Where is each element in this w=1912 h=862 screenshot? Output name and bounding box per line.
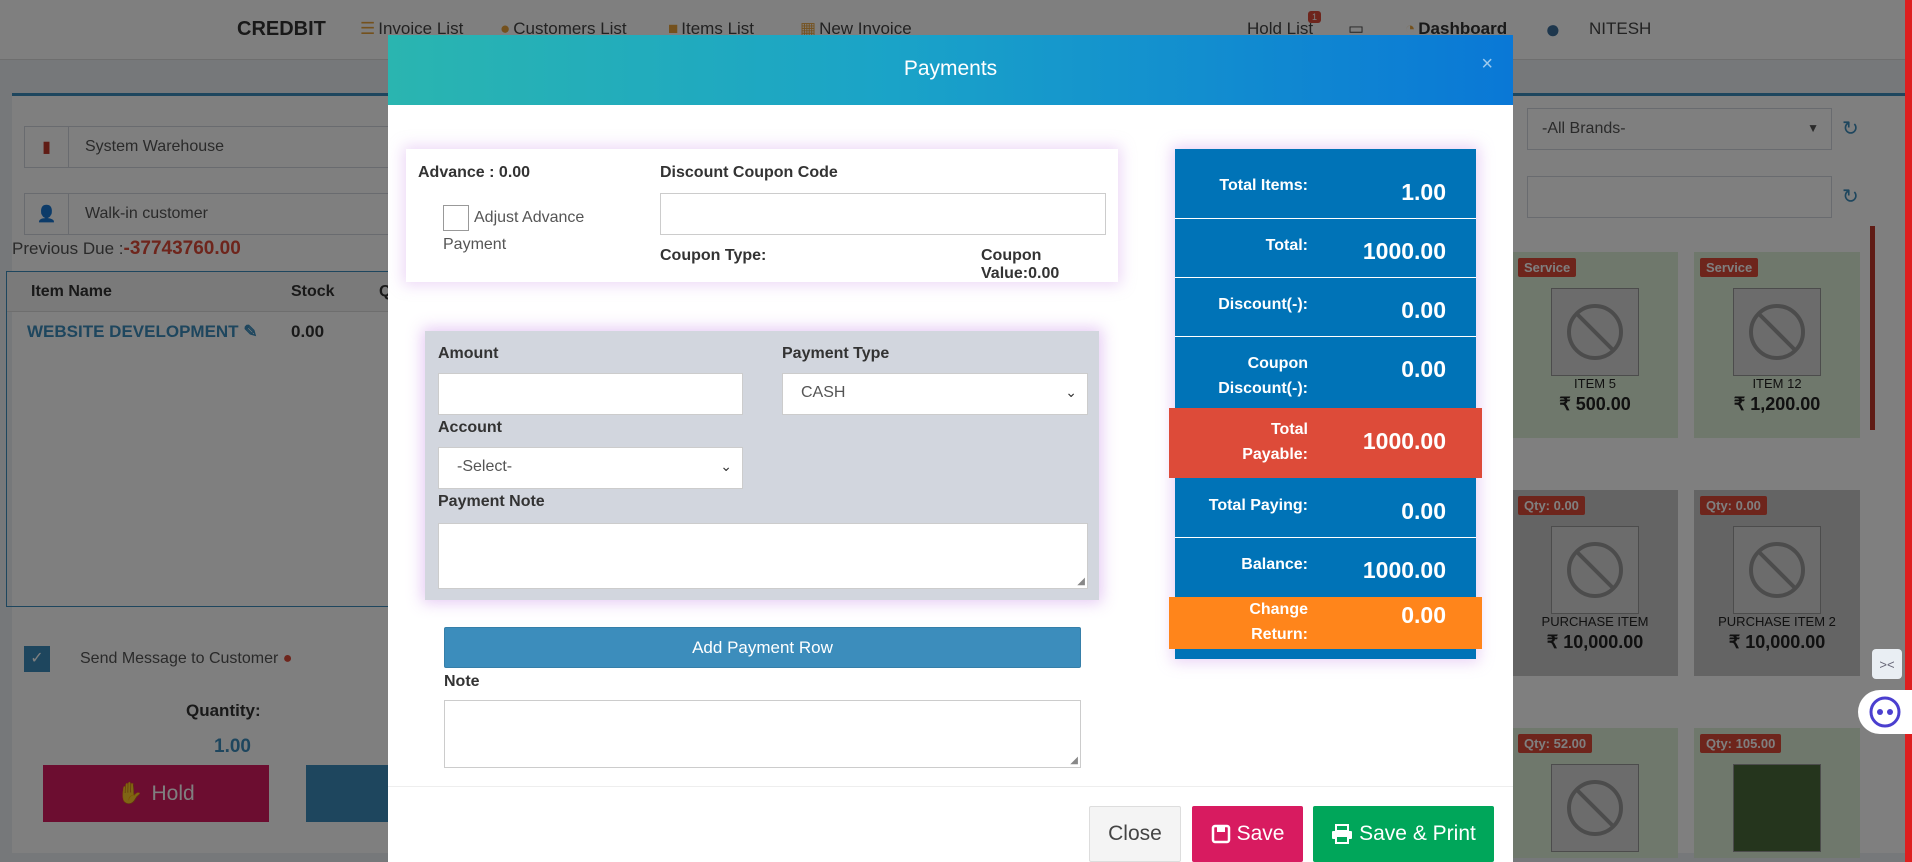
payment-type-select[interactable]: CASH ⌄ xyxy=(782,373,1088,415)
total-payable-value: 1000.00 xyxy=(1362,428,1446,454)
total-paying-label: Total Paying: xyxy=(1208,497,1308,514)
collapse-icon[interactable]: >< xyxy=(1872,649,1902,679)
coupon-discount-label-line2: Discount(-): xyxy=(1218,380,1308,397)
summary-total: Total: 1000.00 xyxy=(1175,219,1476,278)
amount-input[interactable] xyxy=(438,373,743,415)
chevron-down-icon: ⌄ xyxy=(720,458,732,474)
modal-title: Payments xyxy=(903,57,998,80)
balance-label: Balance: xyxy=(1241,556,1308,573)
total-payable-label-line2: Payable: xyxy=(1242,446,1308,463)
advance-coupon-box: Advance : 0.00 Adjust Advance Payment Di… xyxy=(406,149,1118,282)
coupon-discount-value: 0.00 xyxy=(1401,356,1446,382)
total-value: 1000.00 xyxy=(1362,238,1446,264)
summary-total-paying: Total Paying: 0.00 xyxy=(1175,479,1476,538)
note-label: Note xyxy=(444,673,480,690)
coupon-discount-label: Coupon xyxy=(1247,355,1308,372)
change-return-label: Change xyxy=(1249,601,1308,618)
close-button[interactable]: Close xyxy=(1089,806,1181,862)
total-items-label: Total Items: xyxy=(1219,177,1308,194)
resize-handle-icon[interactable]: ◢ xyxy=(1070,755,1078,766)
balance-value: 1000.00 xyxy=(1362,557,1446,583)
payment-note-textarea[interactable]: ◢ xyxy=(438,523,1088,589)
resize-handle-icon[interactable]: ◢ xyxy=(1077,576,1085,587)
note-textarea[interactable]: ◢ xyxy=(444,700,1081,768)
account-value: -Select- xyxy=(457,458,513,475)
save-print-button[interactable]: Save & Print xyxy=(1313,806,1494,862)
summary-discount: Discount(-): 0.00 xyxy=(1175,278,1476,337)
advance-label: Advance : 0.00 xyxy=(418,164,531,181)
save-print-button-label: Save & Print xyxy=(1359,822,1476,845)
modal-header: Payments × xyxy=(388,35,1513,105)
save-button-label: Save xyxy=(1236,822,1285,845)
adjust-advance-label-line2: Payment xyxy=(443,236,507,253)
summary-balance: Balance: 1000.00 xyxy=(1175,538,1476,597)
close-icon[interactable]: × xyxy=(1481,53,1493,76)
coupon-code-label: Discount Coupon Code xyxy=(660,164,838,181)
change-return-value: 0.00 xyxy=(1401,602,1446,628)
summary-change-return: Change Return: 0.00 xyxy=(1169,597,1482,649)
add-payment-row-button[interactable]: Add Payment Row xyxy=(444,627,1081,668)
save-icon xyxy=(1211,824,1230,844)
amount-label: Amount xyxy=(438,345,499,362)
discount-label: Discount(-): xyxy=(1218,296,1308,313)
print-icon xyxy=(1332,824,1353,844)
account-label: Account xyxy=(438,419,502,436)
payments-modal: Payments × Advance : 0.00 Adjust Advance… xyxy=(388,35,1513,862)
adjust-advance-checkbox[interactable] xyxy=(443,205,469,231)
total-paying-value: 0.00 xyxy=(1401,498,1446,524)
summary-total-items: Total Items: 1.00 xyxy=(1175,149,1476,219)
change-return-label-line2: Return: xyxy=(1251,626,1308,643)
total-items-value: 1.00 xyxy=(1401,179,1446,205)
coupon-type-label: Coupon Type: xyxy=(660,247,767,264)
total-label: Total: xyxy=(1265,237,1308,254)
save-button[interactable]: Save xyxy=(1192,806,1303,862)
adjust-advance-label: Adjust Advance xyxy=(474,209,585,226)
total-payable-label: Total xyxy=(1270,421,1308,438)
payment-summary: Total Items: 1.00 Total: 1000.00 Discoun… xyxy=(1175,149,1476,659)
coupon-value-label: Coupon Value:0.00 xyxy=(981,247,1060,282)
account-select[interactable]: -Select- ⌄ xyxy=(438,447,743,489)
payment-note-label: Payment Note xyxy=(438,493,545,510)
summary-total-payable: Total Payable: 1000.00 xyxy=(1169,408,1482,478)
payment-type-label: Payment Type xyxy=(782,345,890,362)
payment-row-box: Amount Payment Type CASH ⌄ Account -Selec… xyxy=(425,331,1099,600)
coupon-code-input[interactable] xyxy=(660,193,1106,235)
discount-value: 0.00 xyxy=(1401,297,1446,323)
chevron-down-icon: ⌄ xyxy=(1065,384,1077,400)
payment-type-value: CASH xyxy=(801,384,846,401)
assistant-bot-icon[interactable] xyxy=(1858,690,1912,734)
summary-coupon-discount: Coupon Discount(-): 0.00 xyxy=(1175,337,1476,408)
